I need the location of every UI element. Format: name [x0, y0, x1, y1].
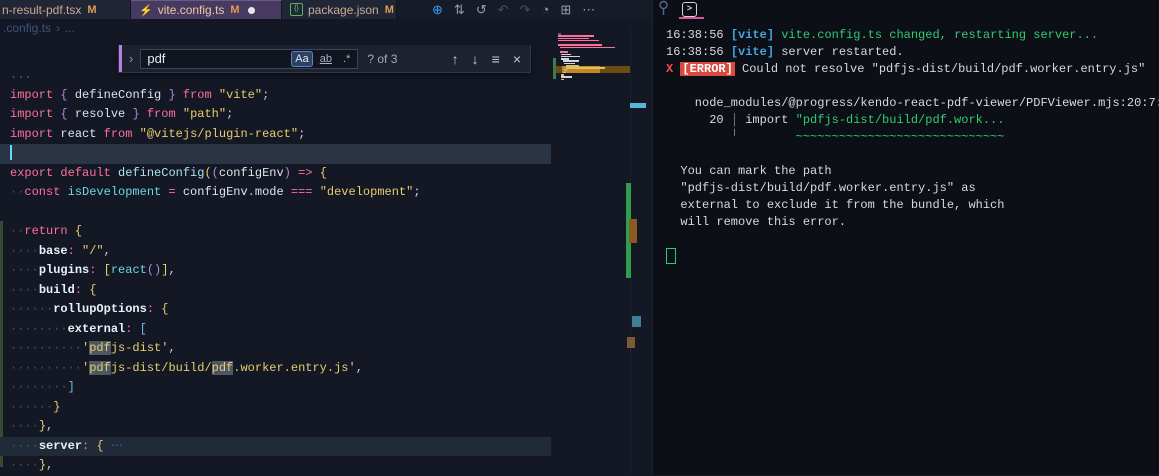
whole-word-toggle[interactable]: ab	[316, 51, 336, 67]
code-line: ····plugins: [react()],	[10, 263, 176, 277]
source-control-compare-icon[interactable]: ⇅	[454, 2, 465, 18]
code-line: ····base: "/",	[10, 243, 111, 258]
code-line: ········]	[10, 380, 75, 394]
terminal-line: 16:38:56 [vite] server restarted.	[666, 45, 904, 59]
split-editor-icon[interactable]: ⊞	[560, 2, 571, 18]
editor-pane: n-result-pdf.tsx M ⚡ vite.config.ts M {}…	[0, 0, 652, 475]
terminal-tab-icon[interactable]: >	[682, 2, 697, 17]
code-line: ··········'pdfjs-dist/build/pdf.worker.e…	[10, 360, 363, 375]
find-input[interactable]: pdf Aa ab .*	[140, 48, 359, 69]
run-profile-icon[interactable]: ◔	[542, 2, 550, 17]
blue-extension-icon[interactable]: ⊕	[432, 2, 443, 18]
git-modified-badge: M	[230, 4, 240, 16]
code-editor[interactable]: ... import { defineConfig } from "vite"; i…	[0, 66, 551, 476]
tab-label: vite.config.ts	[157, 3, 225, 17]
terminal-line: node_modules/@progress/kendo-react-pdf-v…	[666, 96, 1159, 110]
terminal-line: 20 │ import "pdfjs-dist/build/pdf.work..…	[666, 113, 1005, 127]
code-line: import { resolve } from "path";	[10, 107, 234, 121]
nav-forward-icon[interactable]: ↷	[520, 2, 531, 18]
code-line: ······rollupOptions: {	[10, 302, 169, 316]
match-case-toggle[interactable]: Aa	[291, 50, 313, 67]
overview-ruler-cursor-mark	[630, 103, 646, 108]
tab-vite-config[interactable]: ⚡ vite.config.ts M	[131, 0, 282, 19]
chevron-right-icon: ›	[56, 21, 61, 35]
find-next-icon[interactable]: ↓	[472, 51, 479, 67]
git-modified-badge: M	[87, 3, 97, 16]
filter-icon[interactable]	[657, 0, 670, 21]
breadcrumb-file: .config.ts	[3, 21, 52, 35]
terminal-line: ╵ ~~~~~~~~~~~~~~~~~~~~~~~~~~~~~	[730, 130, 1005, 144]
code-line: ··········'pdfjs-dist',	[10, 341, 176, 355]
unsaved-dot-icon[interactable]	[247, 6, 255, 14]
terminal-output[interactable]: 16:38:56 [vite] vite.config.ts changed, …	[653, 27, 1159, 265]
tab-label: n-result-pdf.tsx	[2, 2, 82, 17]
terminal-line	[653, 248, 1159, 265]
terminal-pane: > 16:38:56 [vite] vite.config.ts changed…	[652, 0, 1159, 475]
breadcrumb[interactable]: .config.ts › ...	[3, 21, 75, 35]
tab-package-json[interactable]: {} package.json M	[282, 0, 397, 19]
terminal-tab-active-underline	[679, 17, 704, 19]
code-line: import { defineConfig } from "vite";	[10, 87, 270, 102]
code-line: ··const isDevelopment = configEnv.mode =…	[10, 185, 421, 199]
find-accent-bar	[119, 45, 122, 72]
overview-ruler-mark	[632, 316, 641, 327]
code-line: export default defineConfig((configEnv) …	[10, 165, 327, 180]
minimap-line	[565, 67, 605, 69]
code-line	[0, 144, 551, 164]
code-line: ··return {	[10, 224, 83, 238]
code-line: ····server: { ⋯	[0, 436, 551, 456]
code-line: ········external: [	[10, 321, 147, 336]
find-widget: › pdf Aa ab .* ? of 3 ↑ ↓ ≡ ×	[118, 45, 531, 73]
nav-back-icon[interactable]: ↶	[498, 2, 509, 18]
code-line: ····},	[10, 419, 54, 433]
find-buttons: ↑ ↓ ≡ ×	[452, 51, 521, 67]
code-line: ····},	[10, 458, 54, 472]
json-icon: {}	[290, 3, 303, 16]
minimap-line	[558, 39, 599, 42]
find-in-selection-icon[interactable]: ≡	[492, 51, 500, 67]
overview-ruler-mark	[627, 337, 635, 348]
discard-changes-icon[interactable]: ↺	[476, 2, 487, 18]
tab-n-result-pdf[interactable]: n-result-pdf.tsx M	[0, 0, 131, 19]
regex-toggle[interactable]: .*	[339, 51, 354, 67]
find-query-text: pdf	[147, 51, 166, 66]
breadcrumb-symbol: ...	[65, 21, 76, 35]
editor-actions: ⊕ ⇅ ↺ ↶ ↷ ◔ ⊞ ⋯	[432, 0, 595, 19]
git-modified-badge: M	[384, 3, 394, 16]
vite-bolt-icon: ⚡	[139, 4, 153, 17]
close-icon[interactable]: ×	[513, 51, 521, 67]
overview-ruler-match-mark	[629, 219, 637, 243]
code-line: import react from "@vitejs/plugin-react"…	[10, 126, 306, 141]
terminal-cursor	[666, 248, 676, 264]
code-line: ······}	[10, 399, 61, 414]
find-results-count: ? of 3	[367, 51, 398, 66]
terminal-line: external to exclude it from the bundle, …	[666, 198, 1005, 212]
chevron-expand-icon[interactable]: ›	[129, 51, 133, 66]
minimap-line	[561, 78, 564, 81]
terminal-line: You can mark the path	[666, 164, 832, 178]
minimap-line	[559, 46, 615, 49]
terminal-line: will remove this error.	[666, 215, 847, 229]
tab-label: package.json	[308, 2, 379, 17]
find-previous-icon[interactable]: ↑	[452, 51, 459, 67]
code-line: ····build: {	[10, 282, 97, 297]
terminal-line: 16:38:56 [vite] vite.config.ts changed, …	[666, 28, 1099, 42]
text-cursor	[10, 145, 12, 161]
terminal-line: "pdfjs-dist/build/pdf.worker.entry.js" a…	[666, 181, 976, 195]
more-actions-icon[interactable]: ⋯	[582, 2, 595, 18]
terminal-line: X [ERROR] Could not resolve "pdfjs-dist/…	[666, 62, 1146, 76]
